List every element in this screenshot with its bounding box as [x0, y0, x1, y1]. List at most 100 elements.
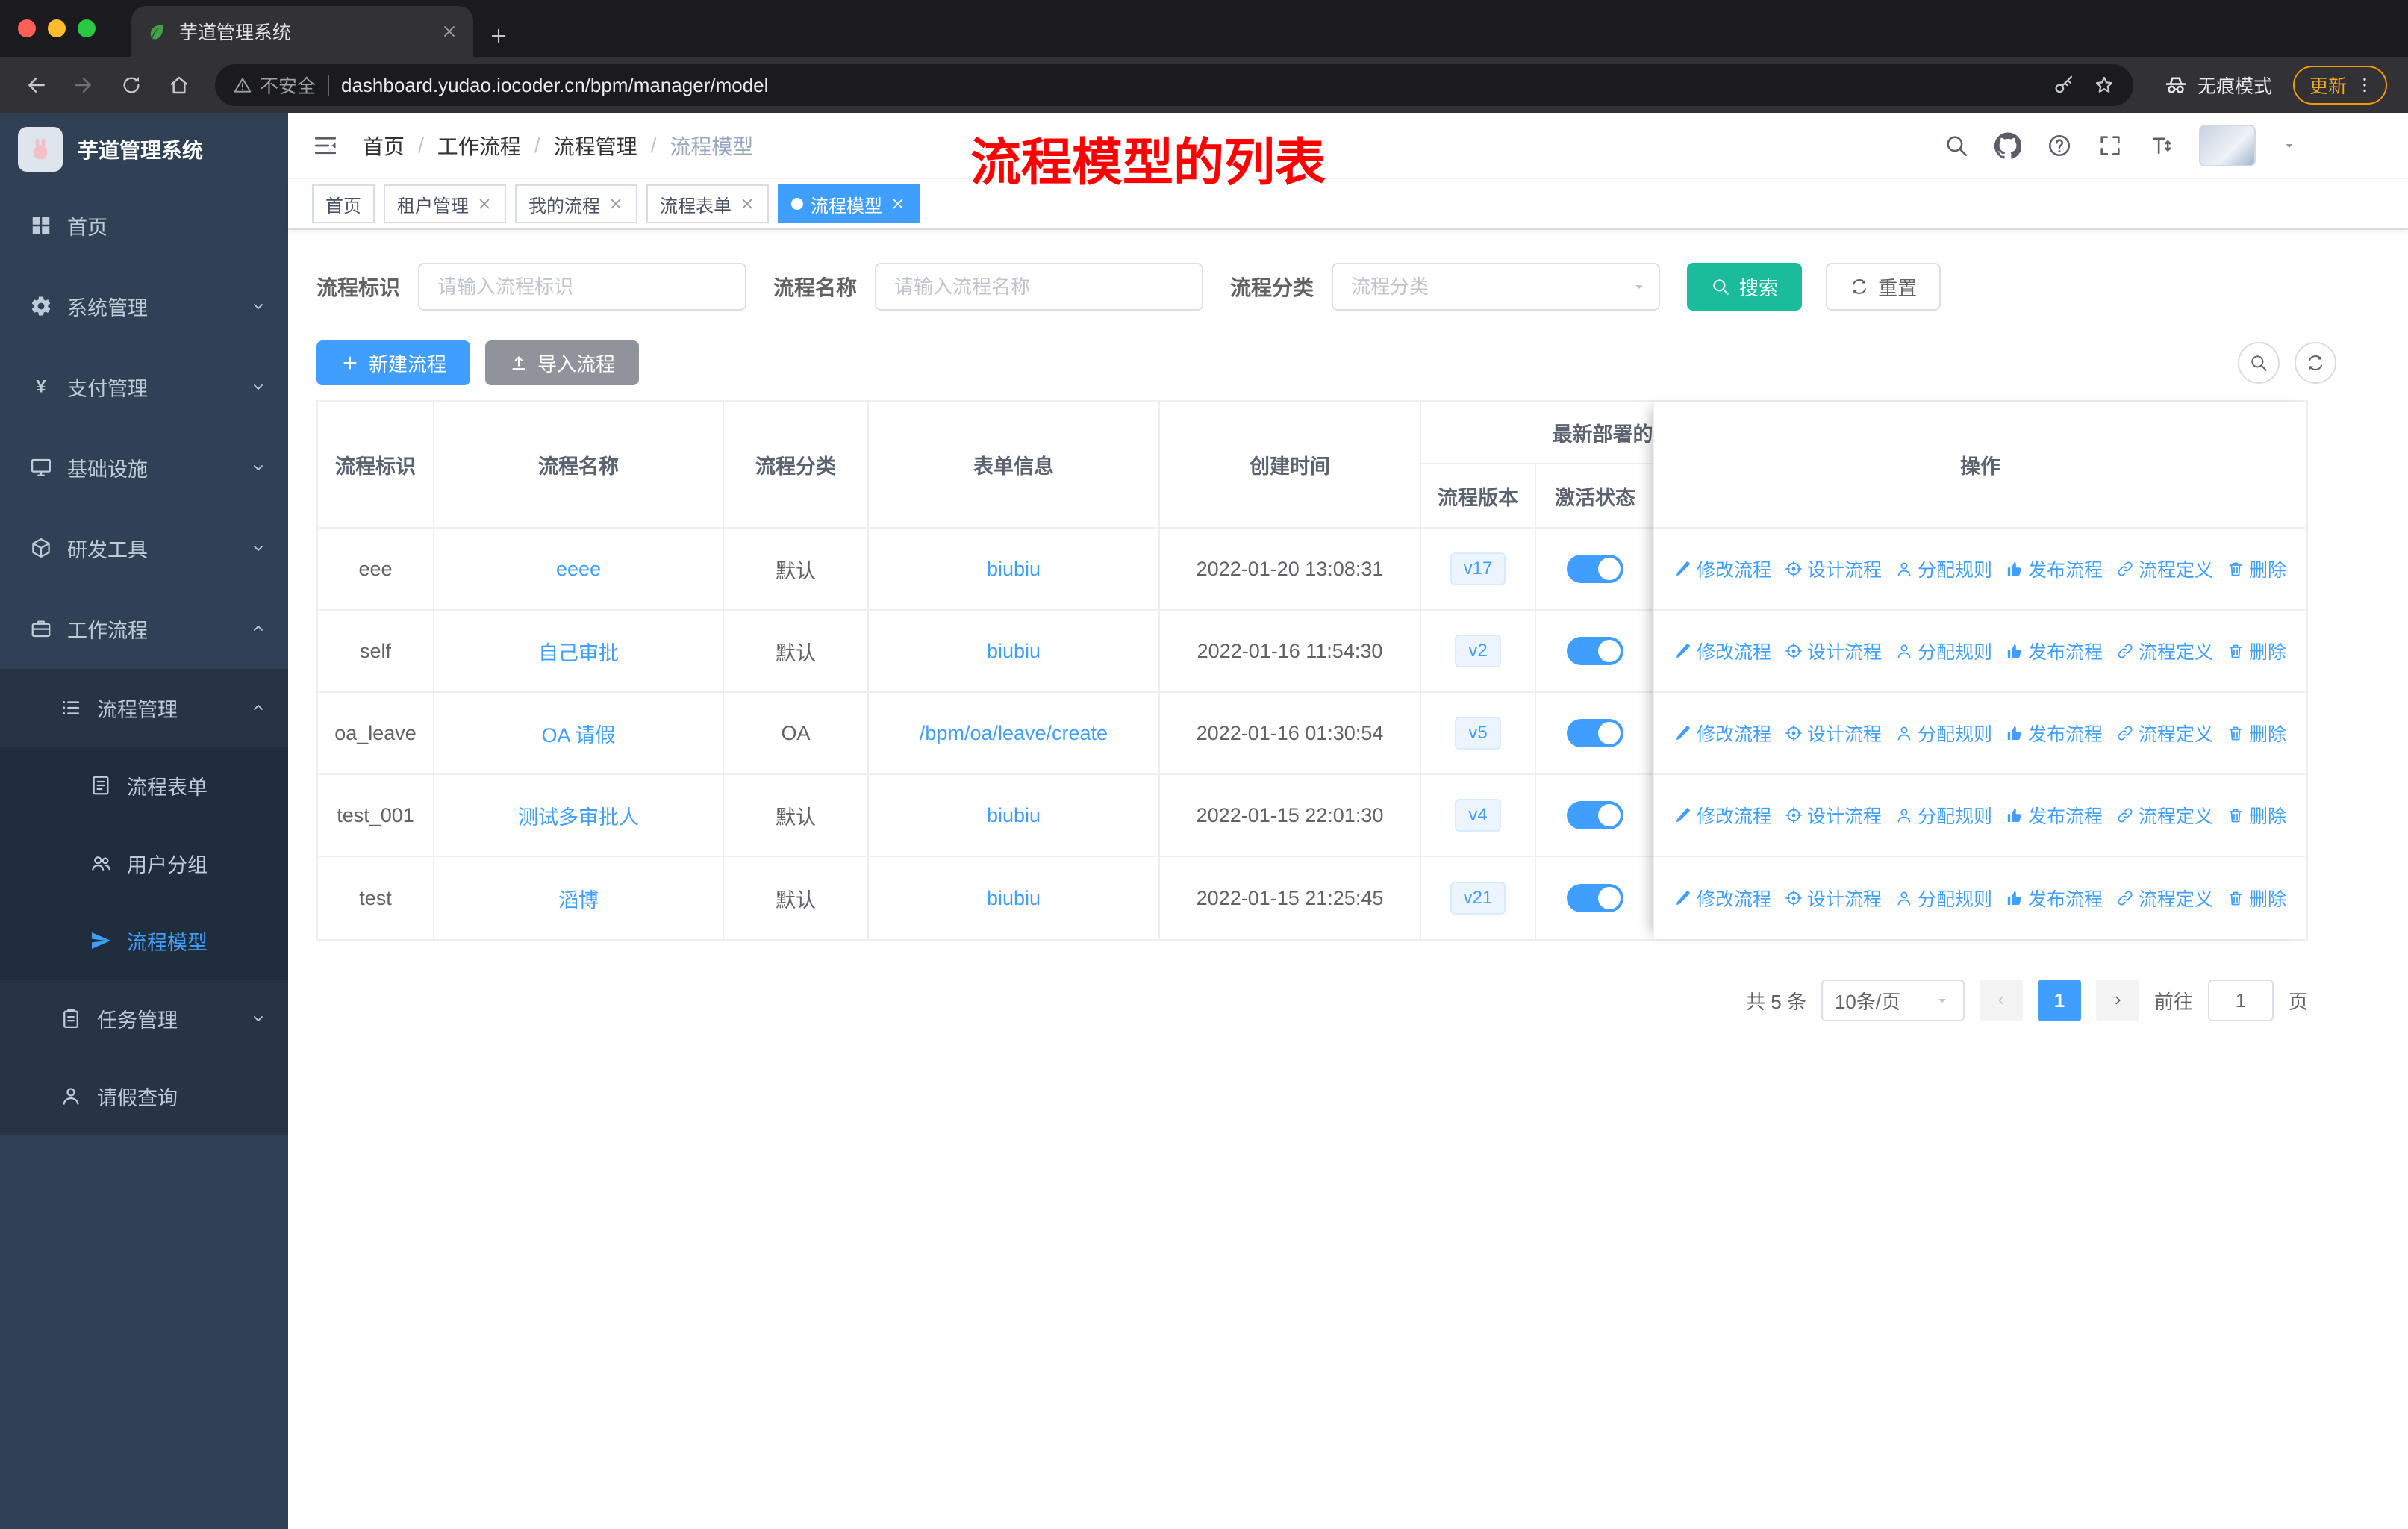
tag-close-icon[interactable]: [476, 196, 493, 212]
fullscreen-icon[interactable]: [2097, 133, 2123, 158]
active-toggle[interactable]: [1567, 884, 1623, 912]
user-avatar[interactable]: [2199, 125, 2256, 166]
process-name-link[interactable]: eeee: [556, 558, 601, 581]
menu-dots-icon[interactable]: [2354, 75, 2375, 96]
tag-home[interactable]: 首页: [312, 184, 375, 223]
sidebar-item-process-form[interactable]: 流程表单: [0, 747, 288, 824]
goto-page-input[interactable]: [2207, 980, 2274, 1021]
action-design-process[interactable]: 设计流程: [1785, 638, 1882, 664]
action-delete[interactable]: 删除: [2227, 885, 2286, 912]
reset-button[interactable]: 重置: [1826, 263, 1941, 311]
import-process-button[interactable]: 导入流程: [485, 340, 640, 385]
tag-tenant[interactable]: 租户管理: [384, 184, 506, 223]
action-process-definition[interactable]: 流程定义: [2116, 802, 2213, 829]
tag-close-icon[interactable]: [890, 196, 906, 212]
form-info-link[interactable]: biubiu: [987, 558, 1041, 581]
tag-process-form[interactable]: 流程表单: [646, 184, 769, 223]
action-publish-process[interactable]: 发布流程: [2006, 720, 2103, 747]
action-design-process[interactable]: 设计流程: [1785, 555, 1882, 582]
sidebar-item-process-model[interactable]: 流程模型: [0, 902, 288, 980]
process-name-link[interactable]: OA 请假: [541, 719, 615, 748]
action-process-definition[interactable]: 流程定义: [2116, 885, 2213, 912]
action-delete[interactable]: 删除: [2227, 720, 2286, 747]
sidebar-item-workflow[interactable]: 工作流程: [0, 588, 288, 669]
next-page-button[interactable]: [2095, 980, 2139, 1021]
active-toggle[interactable]: [1567, 801, 1623, 829]
forward-button[interactable]: [63, 64, 105, 106]
process-id-input[interactable]: [418, 263, 747, 311]
sidebar-item-leave-query[interactable]: 请假查询: [0, 1057, 288, 1135]
process-name-link[interactable]: 自己审批: [538, 637, 619, 666]
action-publish-process[interactable]: 发布流程: [2006, 885, 2103, 912]
tag-process-model[interactable]: 流程模型: [778, 184, 920, 223]
page-number-button[interactable]: 1: [2037, 980, 2081, 1021]
action-process-definition[interactable]: 流程定义: [2116, 720, 2213, 747]
action-delete[interactable]: 删除: [2227, 638, 2286, 664]
sidebar-item-task-management[interactable]: 任务管理: [0, 980, 288, 1057]
sidebar-item-home[interactable]: 首页: [0, 185, 288, 266]
action-assign-rule[interactable]: 分配规则: [1895, 638, 1992, 664]
security-chip[interactable]: 不安全: [233, 72, 316, 99]
url-bar[interactable]: 不安全 dashboard.yudao.iocoder.cn/bpm/manag…: [215, 64, 2133, 106]
action-design-process[interactable]: 设计流程: [1785, 720, 1882, 747]
browser-tab[interactable]: 芋道管理系统: [131, 6, 473, 57]
action-publish-process[interactable]: 发布流程: [2006, 802, 2103, 829]
sidebar-collapse-icon[interactable]: [312, 132, 339, 159]
reload-button[interactable]: [110, 64, 152, 106]
avatar-caret-icon[interactable]: [2281, 137, 2298, 154]
github-icon[interactable]: [1994, 132, 2021, 159]
action-assign-rule[interactable]: 分配规则: [1895, 802, 1992, 829]
tab-close-icon[interactable]: [440, 22, 458, 40]
form-info-link[interactable]: biubiu: [987, 887, 1041, 910]
form-info-link[interactable]: biubiu: [987, 804, 1041, 827]
breadcrumb-item[interactable]: 流程管理: [554, 131, 637, 161]
sidebar-item-process-management[interactable]: 流程管理: [0, 669, 288, 747]
breadcrumb-item[interactable]: 首页: [363, 131, 405, 161]
show-search-button[interactable]: [2238, 342, 2280, 384]
action-edit-process[interactable]: 修改流程: [1674, 638, 1771, 664]
home-button[interactable]: [158, 64, 200, 106]
action-delete[interactable]: 删除: [2227, 555, 2286, 582]
action-design-process[interactable]: 设计流程: [1785, 802, 1882, 829]
font-size-icon[interactable]: [2148, 133, 2174, 158]
sidebar-item-system[interactable]: 系统管理: [0, 266, 288, 346]
update-chip[interactable]: 更新: [2292, 66, 2387, 105]
action-assign-rule[interactable]: 分配规则: [1895, 885, 1992, 912]
prev-page-button[interactable]: [1979, 980, 2023, 1021]
action-publish-process[interactable]: 发布流程: [2006, 555, 2103, 582]
active-toggle[interactable]: [1567, 555, 1623, 583]
sidebar-item-payment[interactable]: 支付管理: [0, 346, 288, 427]
process-category-select[interactable]: [1332, 263, 1661, 311]
active-toggle[interactable]: [1567, 719, 1623, 747]
tag-close-icon[interactable]: [739, 196, 755, 212]
password-key-icon[interactable]: [2053, 74, 2075, 96]
url-text[interactable]: dashboard.yudao.iocoder.cn/bpm/manager/m…: [341, 74, 2041, 97]
tag-my-process[interactable]: 我的流程: [515, 184, 637, 223]
process-name-link[interactable]: 测试多审批人: [518, 801, 639, 830]
action-edit-process[interactable]: 修改流程: [1674, 720, 1771, 747]
breadcrumb-item[interactable]: 工作流程: [437, 131, 521, 161]
process-name-input[interactable]: [875, 263, 1204, 311]
page-size-select[interactable]: 10条/页: [1821, 980, 1965, 1021]
sidebar-item-devtools[interactable]: 研发工具: [0, 508, 288, 588]
action-process-definition[interactable]: 流程定义: [2116, 555, 2213, 582]
window-zoom-button[interactable]: [78, 19, 96, 37]
sidebar-item-user-group[interactable]: 用户分组: [0, 824, 288, 902]
active-toggle[interactable]: [1567, 637, 1623, 665]
form-info-link[interactable]: biubiu: [987, 640, 1041, 663]
sidebar-item-infrastructure[interactable]: 基础设施: [0, 427, 288, 508]
search-icon[interactable]: [1944, 133, 1969, 158]
form-info-link[interactable]: /bpm/oa/leave/create: [920, 722, 1108, 745]
refresh-table-button[interactable]: [2295, 342, 2336, 384]
action-delete[interactable]: 删除: [2227, 802, 2286, 829]
create-process-button[interactable]: 新建流程: [316, 340, 471, 385]
action-edit-process[interactable]: 修改流程: [1674, 555, 1771, 582]
new-tab-button[interactable]: [488, 25, 509, 46]
back-button[interactable]: [15, 64, 57, 106]
action-assign-rule[interactable]: 分配规则: [1895, 555, 1992, 582]
action-design-process[interactable]: 设计流程: [1785, 885, 1882, 912]
action-edit-process[interactable]: 修改流程: [1674, 885, 1771, 912]
action-edit-process[interactable]: 修改流程: [1674, 802, 1771, 829]
action-assign-rule[interactable]: 分配规则: [1895, 720, 1992, 747]
window-minimize-button[interactable]: [48, 19, 66, 37]
